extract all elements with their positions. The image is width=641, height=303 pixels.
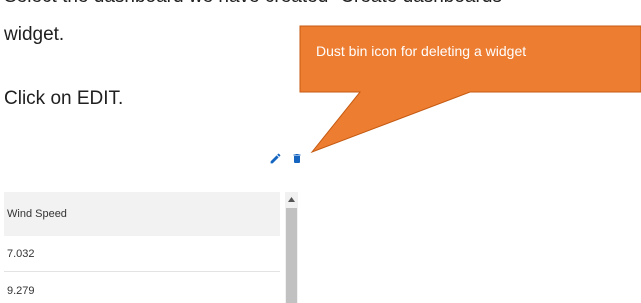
annotation-callout: Dust bin icon for deleting a widget (299, 25, 641, 154)
pencil-icon[interactable] (268, 150, 282, 166)
table-widget: Wind Speed 7.032 9.279 (4, 192, 298, 303)
callout-text: Dust bin icon for deleting a widget (316, 43, 527, 59)
table-row: 9.279 (7, 285, 35, 297)
scrollbar-thumb[interactable] (286, 208, 297, 303)
trash-icon[interactable] (290, 150, 304, 166)
vertical-scrollbar[interactable] (285, 192, 298, 303)
document-line-1: Select the dashboard we have created "Cr… (4, 0, 509, 8)
document-line-3: Click on EDIT. (4, 88, 124, 109)
column-header-wind-speed[interactable]: Wind Speed (4, 192, 280, 236)
document-line-2: widget. (4, 24, 65, 45)
table-row: 7.032 (4, 236, 280, 272)
caret-up-icon[interactable] (285, 192, 298, 206)
widget-action-bar (268, 150, 304, 166)
